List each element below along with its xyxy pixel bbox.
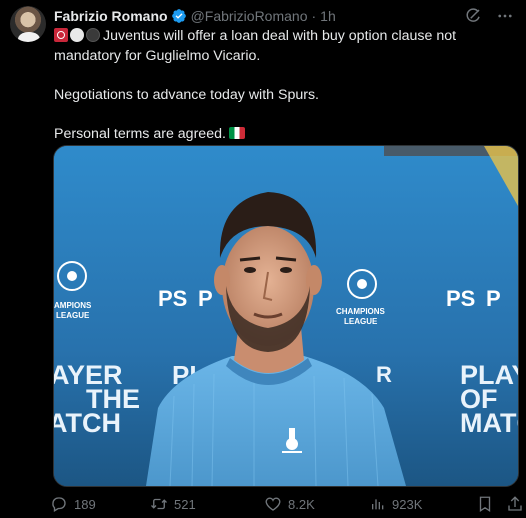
post-paragraph-1: Juventus will offer a loan deal with buy… — [54, 27, 494, 66]
club-flags-icon — [54, 28, 100, 42]
svg-text:P: P — [198, 286, 213, 311]
like-button[interactable]: 8.2K — [264, 495, 315, 513]
views-count: 923K — [392, 496, 423, 512]
playstation-logo-right: PS P — [446, 286, 501, 311]
playstation-logo-left: PS P — [158, 286, 213, 311]
views-button[interactable]: 923K — [370, 496, 422, 512]
repost-icon — [151, 498, 167, 510]
post-actions: 189 521 8.2K 923K — [50, 494, 522, 514]
reply-button[interactable]: 189 — [50, 495, 96, 513]
bookmark-button[interactable] — [476, 495, 494, 513]
post-text: Juventus will offer a loan deal with buy… — [54, 27, 494, 144]
like-icon — [265, 497, 281, 511]
repost-button[interactable]: 521 — [150, 495, 196, 513]
post-text-line-1: Juventus will offer a loan deal with buy… — [54, 28, 457, 64]
post-paragraph-3: Personal terms are agreed. — [54, 125, 494, 145]
repost-count: 521 — [174, 496, 196, 512]
share-button[interactable] — [506, 495, 524, 513]
author-handle[interactable]: @FabrizioRomano — [191, 6, 308, 26]
author-avatar[interactable] — [10, 6, 46, 42]
italy-flag-icon — [228, 126, 245, 139]
like-count: 8.2K — [288, 496, 315, 512]
reply-count: 189 — [74, 496, 96, 512]
reply-icon — [52, 497, 66, 512]
post-image[interactable]: AMPIONS LEAGUE PS P CHAMPIONS LEAGUE PS … — [53, 145, 519, 487]
author-name[interactable]: Fabrizio Romano — [54, 6, 168, 26]
svg-text:PS: PS — [446, 286, 475, 311]
views-icon — [372, 499, 384, 510]
svg-text:PS: PS — [158, 286, 187, 311]
more-icon[interactable] — [496, 7, 514, 25]
svg-text:LEAGUE: LEAGUE — [344, 317, 378, 326]
separator-dot: · — [311, 8, 317, 24]
post-paragraph-2: Negotiations to advance today with Spurs… — [54, 86, 319, 103]
svg-text:ATCH: ATCH — [54, 408, 121, 438]
post-text-line-3: Personal terms are agreed. — [54, 125, 226, 142]
post-header: Fabrizio Romano @FabrizioRomano · 1h — [54, 6, 514, 26]
svg-text:CHAMPIONS: CHAMPIONS — [336, 307, 386, 316]
verified-badge-icon — [171, 9, 186, 23]
champions-league-text-left: AMPIONS — [54, 301, 92, 310]
svg-text:MATC: MATC — [460, 408, 518, 438]
bookmark-icon — [479, 496, 491, 513]
post-timestamp[interactable]: 1h — [320, 6, 336, 26]
share-icon — [508, 496, 522, 511]
svg-text:P: P — [486, 286, 501, 311]
svg-text:R: R — [376, 362, 392, 387]
svg-text:LEAGUE: LEAGUE — [56, 311, 90, 320]
grok-icon[interactable] — [464, 7, 482, 25]
